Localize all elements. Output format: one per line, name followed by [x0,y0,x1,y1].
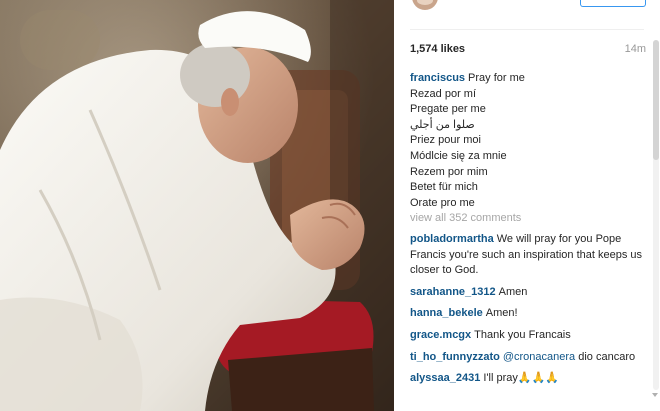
follow-button[interactable] [580,0,646,7]
comment-item: ti_ho_funnyzzato @cronacanera dio cancaro [410,350,648,366]
scrollbar-thumb[interactable] [653,40,659,160]
caption-line: Pregate per me [410,103,486,116]
comment-username[interactable]: sarahanne_1312 [410,286,496,298]
caption-line: Betet für mich [410,181,478,194]
scroll-down-arrow-icon[interactable] [652,393,658,397]
caption-line: Rezem por mim [410,165,488,178]
comment-text: I'll pray🙏🙏🙏 [483,372,559,385]
header-divider [410,29,644,30]
comment-username[interactable]: alyssaa_2431 [410,372,480,384]
comment-text: Amen [498,285,528,298]
caption-line: Priez pour moi [410,134,481,147]
caption-line: Orate pro me [410,196,475,209]
comment-username[interactable]: ti_ho_funnyzzato [410,351,500,363]
caption-username[interactable]: franciscus [410,72,465,84]
post-meta: 1,574 likes 14m [410,43,646,57]
caption-text: Pray for me [468,72,525,84]
comment-text: Thank you Francais [474,328,571,341]
comment-username[interactable]: hanna_bekele [410,307,483,319]
comment-username[interactable]: pobladormartha [410,233,494,245]
comments-scrollbar[interactable] [653,40,659,390]
caption-line: Rezad por mí [410,87,477,100]
comments-list: pobladormartha We will pray for you Pope … [410,232,648,393]
comment-item: hanna_bekele Amen! [410,306,648,322]
comment-item: sarahanne_1312 Amen [410,285,648,301]
comment-item: alyssaa_2431 I'll pray🙏🙏🙏 [410,371,648,387]
comment-text: Amen! [485,307,518,320]
profile-avatar[interactable] [412,0,438,10]
caption-line: Módlcie się za mnie [410,149,507,162]
caption-line-arabic: صلوا من أجلي [410,118,475,131]
post-sidebar: 1,574 likes 14m franciscus Pray for me Re… [394,0,660,411]
comment-item: pobladormartha We will pray for you Pope … [410,232,648,279]
comment-item: grace.mcgx Thank you Francais [410,328,648,344]
caption-line: franciscus Pray for me [410,71,650,87]
post-timestamp[interactable]: 14m [625,43,646,55]
comment-text: dio cancaro [578,350,636,363]
likes-count[interactable]: 1,574 likes [410,43,465,55]
view-all-comments-link[interactable]: view all 352 comments [410,212,521,224]
pope-praying-image [0,0,394,411]
post-photo[interactable] [0,0,394,411]
comment-username[interactable]: grace.mcgx [410,329,471,341]
post-caption: franciscus Pray for me Rezad por mí Prega… [410,71,650,211]
comment-mention[interactable]: @cronacanera [503,351,575,363]
